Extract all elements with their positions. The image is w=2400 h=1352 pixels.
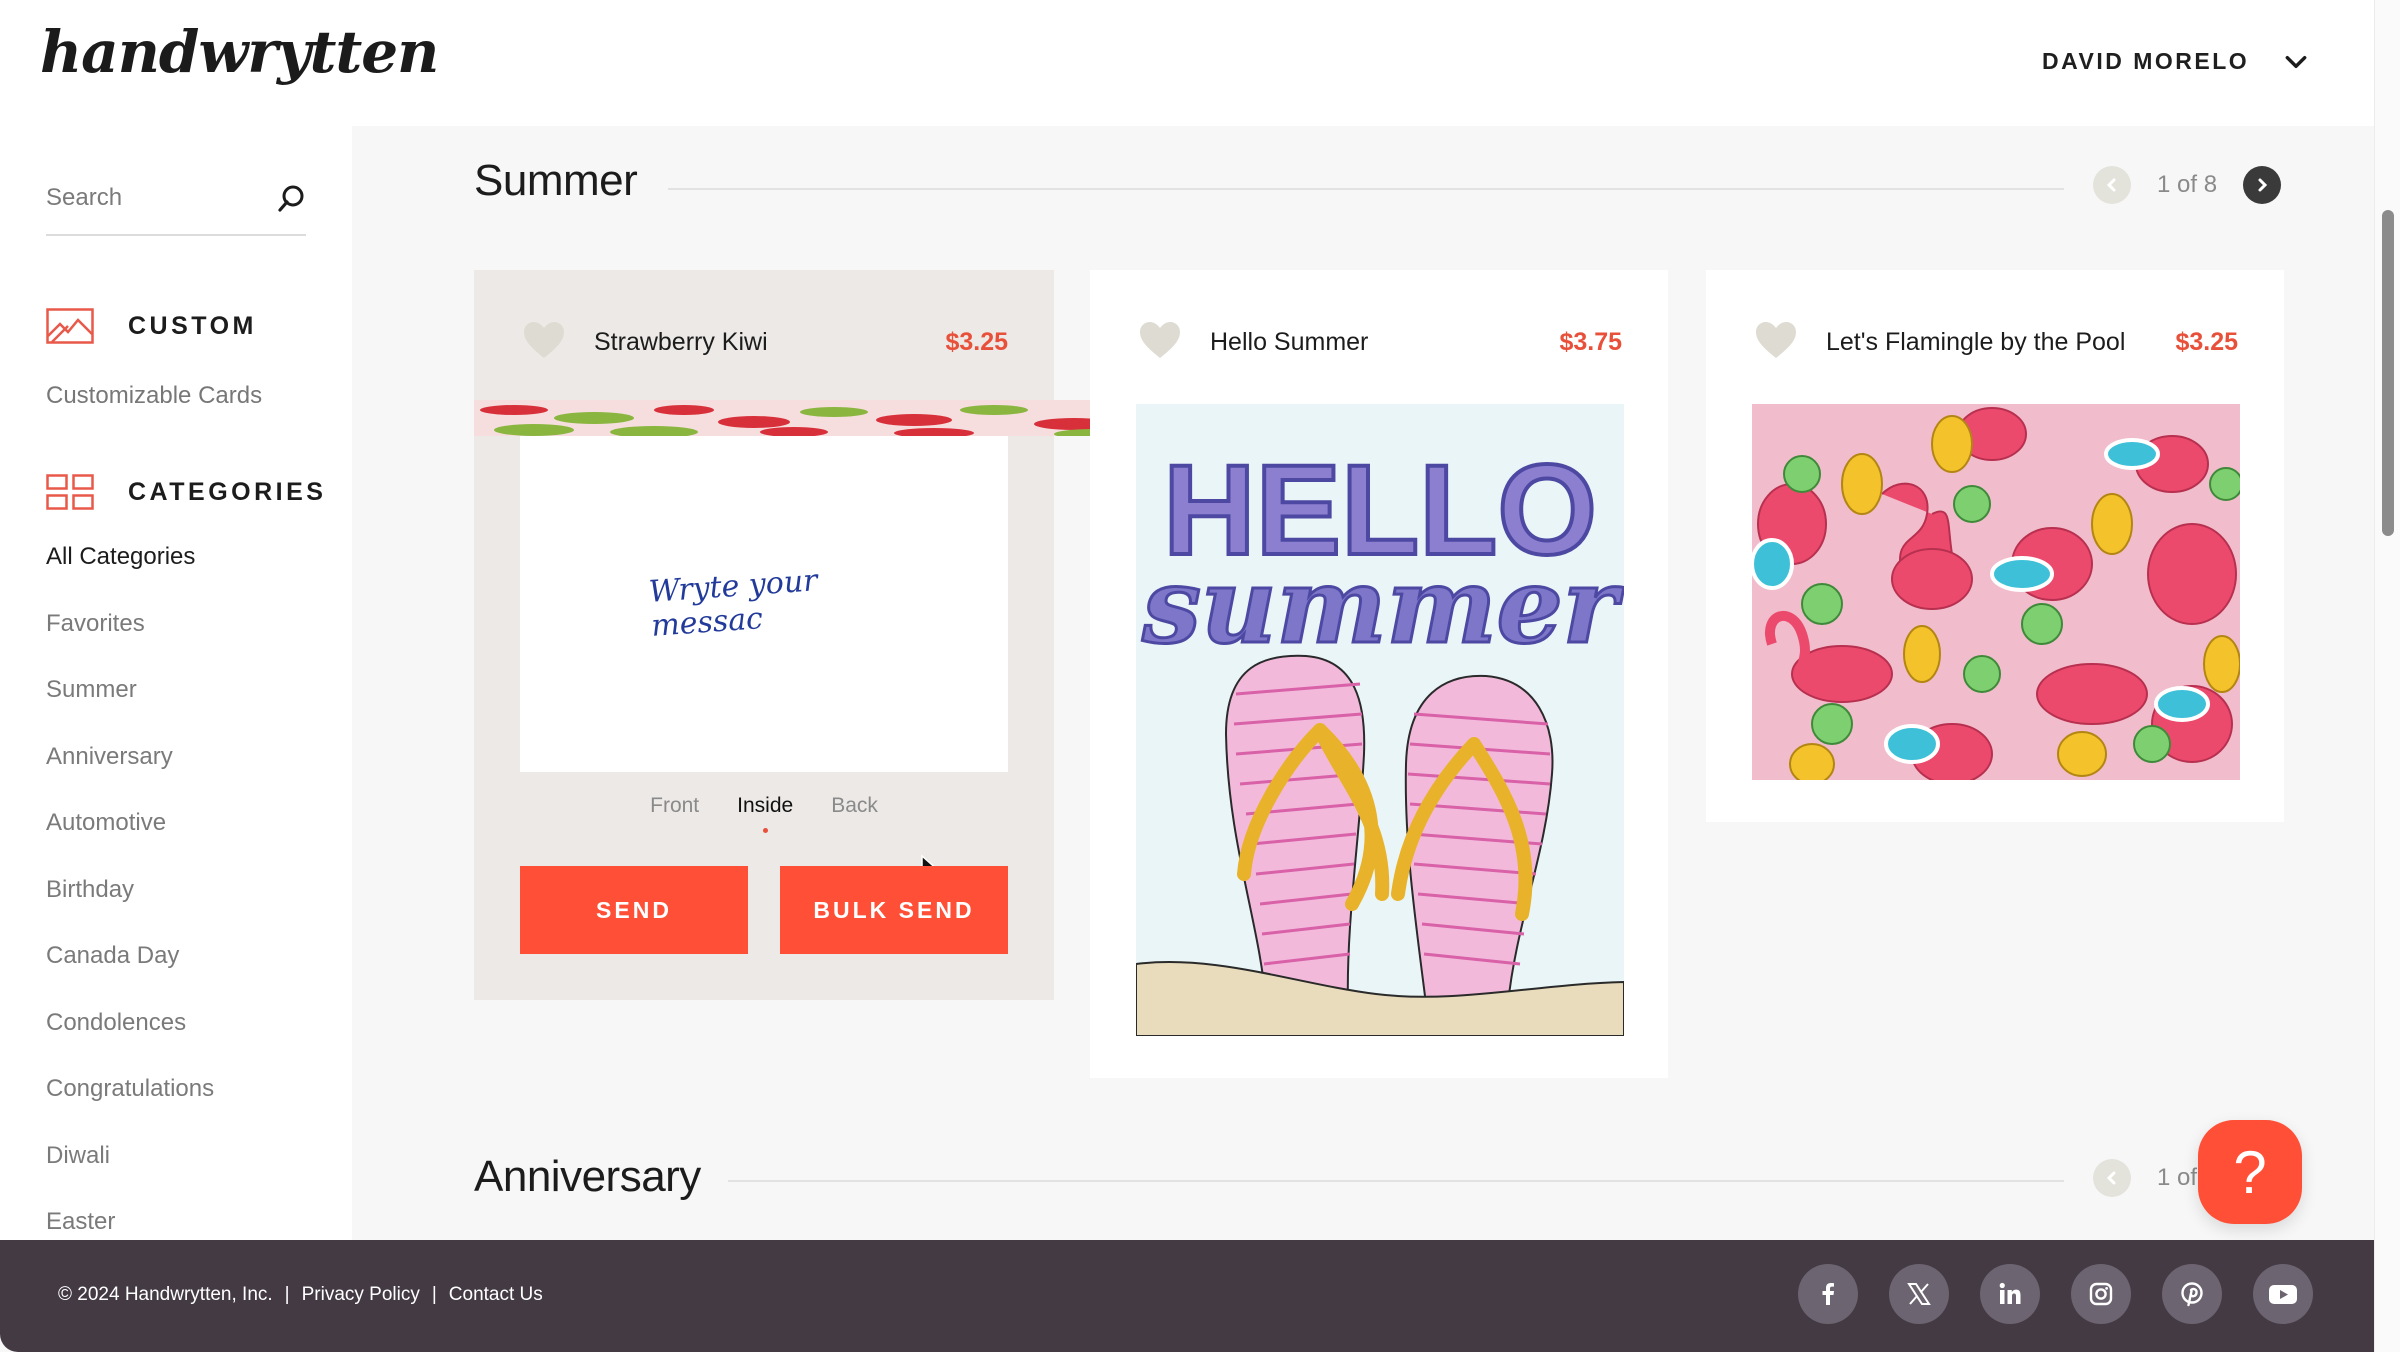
summer-pager: 1 of 8	[2093, 166, 2282, 204]
send-button[interactable]: SEND	[520, 866, 748, 954]
page-scrollbar[interactable]	[2374, 0, 2400, 1352]
instagram-icon	[2089, 1282, 2113, 1306]
card-header: Strawberry Kiwi $3.25	[474, 270, 1054, 420]
card-header: Let's Flamingle by the Pool $3.25	[1706, 270, 2284, 420]
user-name: DAVID MORELO	[2042, 48, 2250, 74]
card-price: $3.75	[1559, 328, 1622, 356]
customizable-cards-link[interactable]: Customizable Cards	[46, 382, 262, 410]
custom-heading-label: CUSTOM	[128, 311, 257, 340]
category-summer[interactable]: Summer	[46, 675, 214, 742]
card-view-tabs: Front Inside Back	[474, 794, 1054, 833]
contact-us-link[interactable]: Contact Us	[449, 1284, 543, 1306]
tab-inside[interactable]: Inside	[737, 794, 793, 833]
category-birthday[interactable]: Birthday	[46, 875, 214, 942]
card-name: Hello Summer	[1210, 328, 1369, 356]
category-canada-day[interactable]: Canada Day	[46, 941, 214, 1008]
category-diwali[interactable]: Diwali	[46, 1141, 214, 1208]
x-link[interactable]	[1889, 1264, 1949, 1324]
category-condolences[interactable]: Condolences	[46, 1008, 214, 1075]
category-anniversary[interactable]: Anniversary	[46, 742, 214, 809]
social-links	[1798, 1264, 2313, 1324]
sidebar: CUSTOM Customizable Cards CATEGORIES All…	[0, 126, 352, 1240]
tab-front[interactable]: Front	[650, 794, 699, 818]
bulk-send-button[interactable]: BULK SEND	[780, 866, 1008, 954]
separator: |	[284, 1284, 290, 1305]
art-summer-text: summer	[1141, 544, 1624, 667]
card-lets-flamingle[interactable]: Let's Flamingle by the Pool $3.25	[1706, 270, 2284, 822]
page-indicator: 1 of 8	[2157, 171, 2218, 198]
copyright: © 2024 Handwrytten, Inc.	[58, 1284, 273, 1305]
page-indicator: 1 of	[2157, 1164, 2198, 1191]
categories-heading: CATEGORIES	[46, 474, 326, 510]
card-name: Let's Flamingle by the Pool	[1826, 328, 2126, 356]
chevron-right-icon	[2258, 178, 2268, 192]
footer-links: © 2024 Handwrytten, Inc. | Privacy Polic…	[58, 1284, 543, 1306]
heart-icon[interactable]	[522, 320, 566, 360]
card-name: Strawberry Kiwi	[594, 328, 768, 356]
card-front-image: HELLO summer	[1136, 404, 1624, 1036]
category-list: All Categories Favorites Summer Annivers…	[46, 542, 214, 1240]
category-congratulations[interactable]: Congratulations	[46, 1074, 214, 1141]
section-divider	[728, 1180, 2064, 1182]
facebook-icon	[1822, 1283, 1834, 1305]
category-automotive[interactable]: Automotive	[46, 808, 214, 875]
page: handwrytten DAVID MORELO CUSTOM Customiz…	[0, 0, 2400, 1352]
pinterest-link[interactable]	[2162, 1264, 2222, 1324]
top-header: handwrytten DAVID MORELO	[0, 0, 2374, 126]
card-envelope-flap-image	[474, 400, 1136, 436]
tab-back[interactable]: Back	[831, 794, 878, 818]
prev-page-button[interactable]	[2093, 1159, 2131, 1197]
card-inside-preview[interactable]: Wryte your messac	[520, 436, 1008, 886]
heart-icon[interactable]	[1138, 320, 1182, 360]
section-title-anniversary: Anniversary	[474, 1152, 701, 1201]
card-hello-summer[interactable]: Hello Summer $3.75 HELLO summer	[1090, 270, 1668, 1078]
scrollbar-thumb[interactable]	[2382, 210, 2394, 536]
custom-heading: CUSTOM	[46, 308, 257, 344]
card-front-image	[1752, 404, 2240, 780]
card-header: Hello Summer $3.75	[1090, 270, 1668, 420]
chevron-left-icon	[2106, 178, 2116, 192]
chevron-left-icon	[2106, 1171, 2116, 1185]
facebook-link[interactable]	[1798, 1264, 1858, 1324]
search-input[interactable]	[46, 176, 246, 220]
instagram-link[interactable]	[2071, 1264, 2131, 1324]
card-strawberry-kiwi[interactable]: Strawberry Kiwi $3.25 Wryte your messac	[474, 270, 1136, 1000]
category-all-categories[interactable]: All Categories	[46, 542, 214, 609]
next-page-button[interactable]	[2243, 166, 2282, 204]
category-favorites[interactable]: Favorites	[46, 609, 214, 676]
prev-page-button[interactable]	[2093, 166, 2131, 204]
image-icon	[46, 308, 94, 344]
youtube-link[interactable]	[2253, 1264, 2313, 1324]
x-icon	[1907, 1283, 1931, 1305]
footer: © 2024 Handwrytten, Inc. | Privacy Polic…	[0, 1240, 2374, 1352]
category-easter[interactable]: Easter	[46, 1207, 214, 1240]
categories-heading-label: CATEGORIES	[128, 477, 327, 506]
heart-icon[interactable]	[1754, 320, 1798, 360]
help-button[interactable]: ?	[2198, 1120, 2302, 1224]
separator: |	[431, 1284, 437, 1305]
grid-icon	[46, 474, 94, 510]
card-price: $3.25	[945, 328, 1008, 356]
section-title-summer: Summer	[474, 156, 638, 205]
card-price: $3.25	[2175, 328, 2238, 356]
linkedin-icon	[1999, 1282, 2021, 1304]
privacy-policy-link[interactable]: Privacy Policy	[302, 1284, 420, 1306]
main-content: Summer 1 of 8 Strawberry Kiwi $3.25 Wryt…	[352, 126, 2374, 1240]
question-mark-icon: ?	[2233, 1138, 2267, 1206]
linkedin-link[interactable]	[1980, 1264, 2040, 1324]
inside-message: Wryte your messac	[648, 563, 821, 644]
search-icon[interactable]	[276, 184, 306, 214]
search-box	[46, 176, 306, 236]
handwrytten-logo[interactable]: handwrytten	[40, 18, 439, 86]
youtube-icon	[2269, 1285, 2297, 1304]
pinterest-icon	[2181, 1282, 2203, 1307]
section-divider	[668, 188, 2064, 190]
chevron-down-icon	[2285, 55, 2307, 68]
user-menu[interactable]: DAVID MORELO	[2042, 48, 2309, 75]
